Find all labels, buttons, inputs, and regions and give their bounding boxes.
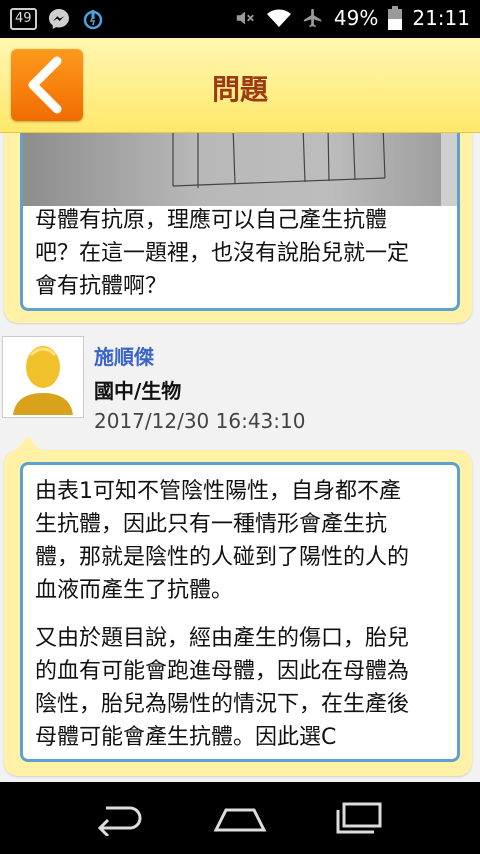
question-text: 母體有抗原，理應可以自己產生抗體 吧？在這一題裡，也沒有說胎兒就一定 會有抗體啊… bbox=[35, 204, 455, 303]
answer-card: 由表1可知不管陰性陽性，自身都不產 生抗體，因此只有一種情形會產生抗 體，那就是… bbox=[20, 462, 460, 762]
page-title: 問題 bbox=[211, 73, 268, 106]
answer-line: 陰性，胎兒為陽性的情況下，在生產後 bbox=[35, 692, 410, 717]
question-line: 吧？在這一題裡，也沒有說胎兒就一定 bbox=[35, 241, 410, 266]
battery-percent: 49% bbox=[333, 6, 379, 30]
status-bar: 49 49% 21:11 bbox=[0, 0, 480, 38]
question-line: 母體有抗原，理應可以自己產生抗體 bbox=[35, 208, 388, 233]
home-nav-icon[interactable] bbox=[210, 800, 270, 840]
battery-icon bbox=[388, 6, 403, 30]
question-card: 母體有抗原，理應可以自己產生抗體 吧？在這一題裡，也沒有說胎兒就一定 會有抗體啊… bbox=[20, 133, 460, 311]
mute-icon bbox=[234, 7, 256, 29]
answer-line: 血液而產生了抗體。 bbox=[35, 578, 234, 603]
answer-line: 生抗體，因此只有一種情形會產生抗 bbox=[35, 512, 388, 537]
thread-content[interactable]: 母體有抗原，理應可以自己產生抗體 吧？在這一題裡，也沒有說胎兒就一定 會有抗體啊… bbox=[0, 133, 480, 782]
app-header: 問題 bbox=[0, 38, 480, 133]
system-nav-bar bbox=[0, 782, 480, 854]
question-photo bbox=[23, 133, 457, 206]
answer-text: 由表1可知不管陰性陽性，自身都不產 生抗體，因此只有一種情形會產生抗 體，那就是… bbox=[35, 475, 455, 754]
question-line: 會有抗體啊？ bbox=[35, 274, 168, 299]
answer-line: 由表1可知不管陰性陽性，自身都不產 bbox=[35, 479, 401, 504]
answer-bubble: 由表1可知不管陰性陽性，自身都不產 生抗體，因此只有一種情形會產生抗 體，那就是… bbox=[4, 450, 472, 776]
messenger-icon bbox=[47, 7, 71, 31]
answer-line: 體，那就是陰性的人碰到了陽性的人的 bbox=[35, 545, 410, 570]
question-bubble: 母體有抗原，理應可以自己產生抗體 吧？在這一題裡，也沒有說胎兒就一定 會有抗體啊… bbox=[4, 133, 472, 323]
clock: 21:11 bbox=[412, 6, 470, 30]
wifi-icon bbox=[266, 7, 292, 29]
chevron-left-icon bbox=[11, 56, 83, 125]
recents-nav-icon[interactable] bbox=[334, 800, 388, 840]
author-subject: 國中/生物 bbox=[94, 379, 182, 403]
notification-49-icon: 49 bbox=[10, 8, 37, 30]
answer-timestamp: 2017/12/30 16:43:10 bbox=[94, 409, 306, 433]
author-name[interactable]: 施順傑 bbox=[94, 341, 154, 370]
answer-line: 母體可能會產生抗體。因此選C bbox=[35, 725, 337, 750]
airplane-icon bbox=[302, 7, 324, 29]
back-nav-icon[interactable] bbox=[92, 800, 146, 840]
answer-line: 又由於題目說，經由產生的傷口，胎兒 bbox=[35, 626, 410, 651]
power-app-icon bbox=[81, 7, 105, 31]
avatar[interactable] bbox=[2, 336, 84, 418]
answer-line: 的血有可能會跑進母體，因此在母體為 bbox=[35, 659, 410, 684]
